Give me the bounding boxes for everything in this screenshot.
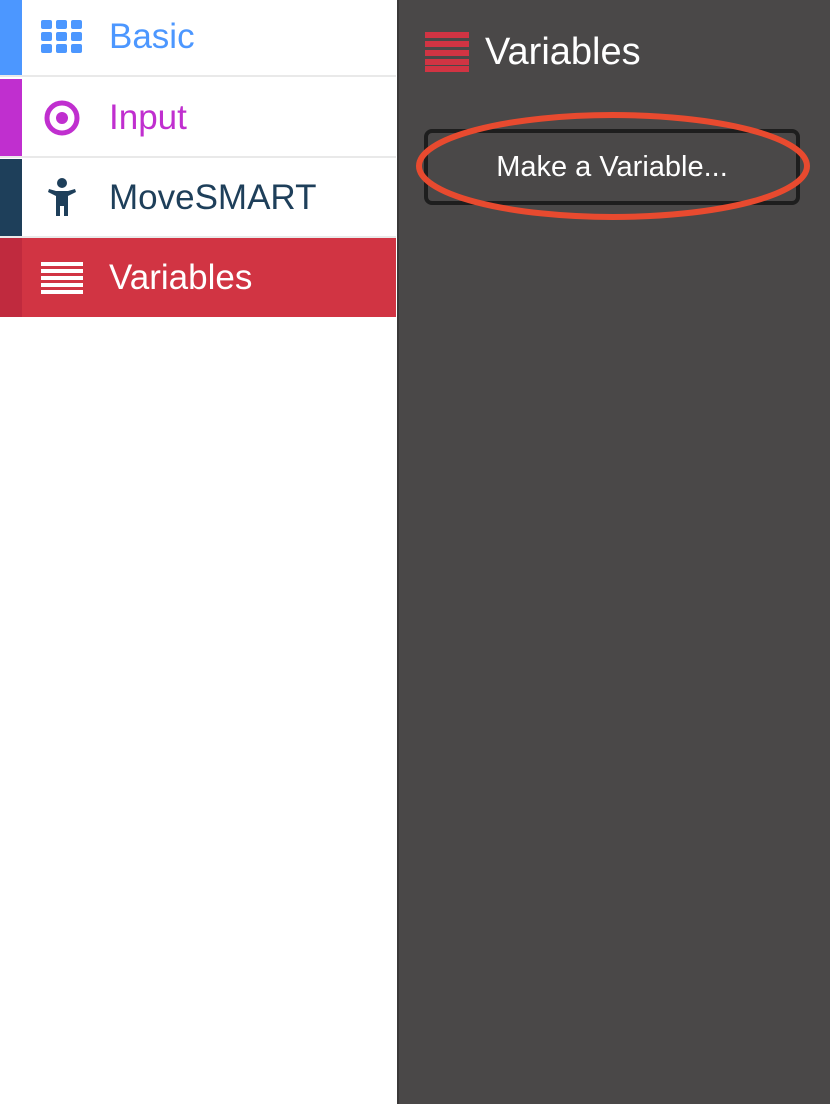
category-movesmart[interactable]: MoveSMART xyxy=(0,159,396,238)
variables-flyout: Variables Make a Variable... xyxy=(397,0,830,1104)
target-icon xyxy=(40,96,84,140)
category-input[interactable]: Input xyxy=(0,79,396,158)
category-basic[interactable]: Basic xyxy=(0,0,396,77)
category-label-movesmart: MoveSMART xyxy=(109,177,317,217)
grid-icon xyxy=(40,15,84,59)
make-variable-button[interactable]: Make a Variable... xyxy=(424,129,800,205)
app-root: Basic Input MoveSMART Variables Variable… xyxy=(0,0,830,1104)
toolbox: Basic Input MoveSMART Variables xyxy=(0,0,397,1104)
category-label-basic: Basic xyxy=(109,16,195,56)
flyout-title: Variables xyxy=(485,31,641,73)
category-stripe xyxy=(0,0,22,75)
category-label-variables: Variables xyxy=(109,257,253,297)
list-icon xyxy=(40,256,84,300)
category-variables[interactable]: Variables xyxy=(0,238,396,317)
category-stripe xyxy=(0,238,22,317)
category-stripe xyxy=(0,159,22,236)
list-icon xyxy=(425,32,471,72)
flyout-header: Variables xyxy=(425,30,641,74)
category-stripe xyxy=(0,79,22,156)
person-icon xyxy=(40,176,84,220)
category-label-input: Input xyxy=(109,97,187,137)
